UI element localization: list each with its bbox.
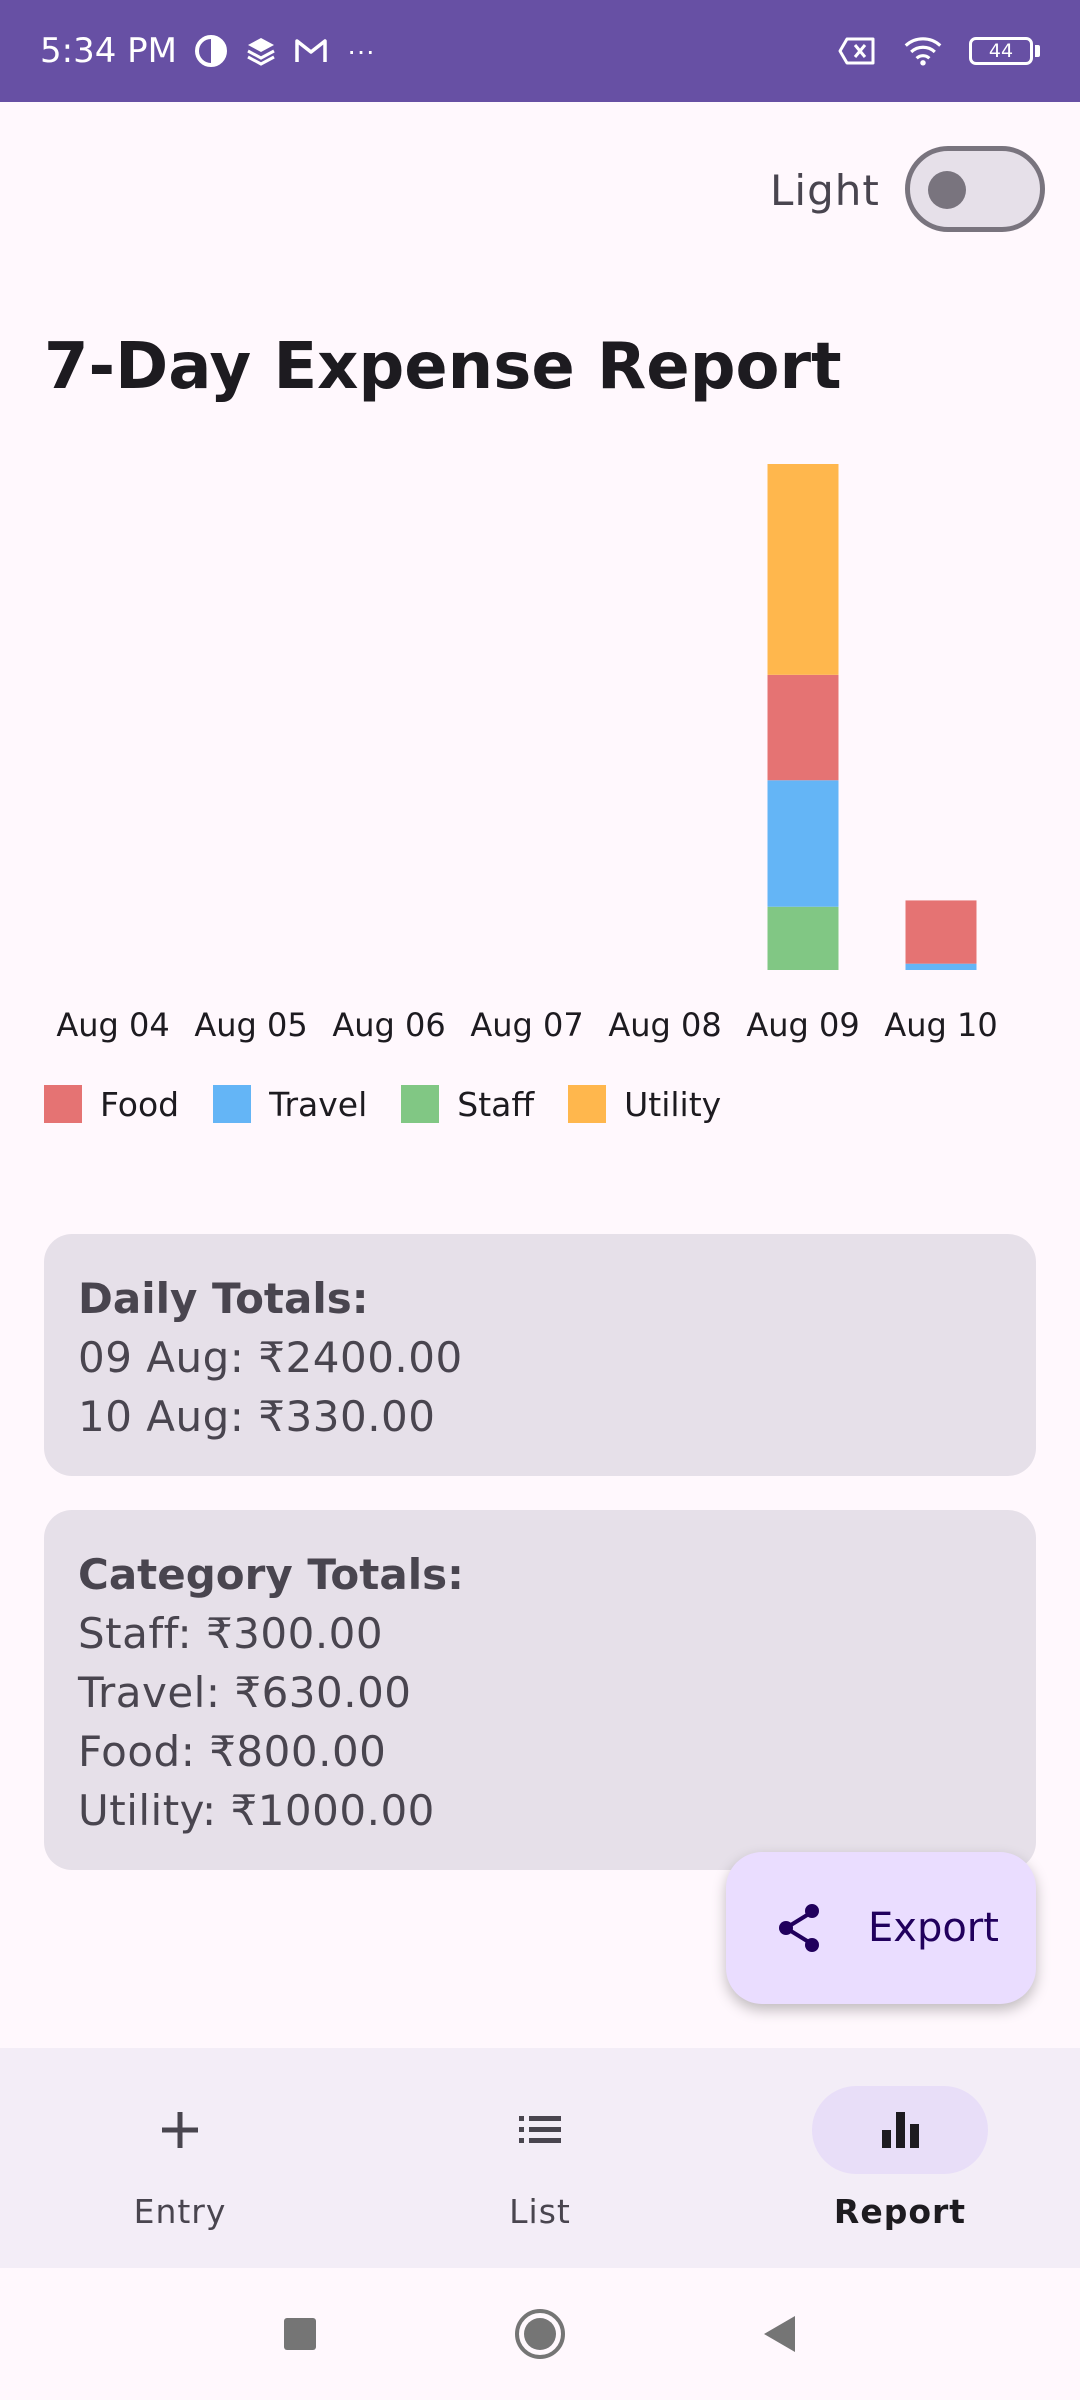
list-icon (519, 2116, 561, 2143)
category-total-line: Food: ₹800.00 (78, 1727, 387, 1776)
page-title: 7-Day Expense Report (44, 330, 842, 404)
legend-swatch-utility (568, 1085, 607, 1123)
gmail-icon (291, 31, 331, 71)
nav-item-entry[interactable]: Entry (0, 2048, 360, 2268)
nav-label-list: List (509, 2192, 571, 2231)
category-total-line: Travel: ₹630.00 (78, 1668, 412, 1717)
x-tick-label: Aug 06 (332, 1006, 445, 1044)
daily-total-line: 10 Aug: ₹330.00 (78, 1392, 436, 1441)
square-icon (284, 2318, 316, 2350)
export-button[interactable]: Export (726, 1852, 1036, 2004)
export-label: Export (868, 1905, 999, 1951)
nav-label-report: Report (833, 2192, 967, 2231)
back-triangle-icon (764, 2316, 795, 2352)
bar-food-aug-10 (905, 900, 977, 964)
bar-travel-aug-09 (767, 780, 839, 907)
wifi-icon (903, 31, 943, 71)
legend-item-staff: Staff (401, 1085, 534, 1124)
category-totals-card: Category Totals: Staff: ₹300.00 Travel: … (44, 1510, 1036, 1870)
recents-button[interactable] (270, 2304, 330, 2364)
data-saver-icon (191, 31, 231, 71)
back-button[interactable] (750, 2304, 810, 2364)
battery-level: 44 (969, 37, 1033, 65)
plus-icon (162, 2112, 198, 2148)
expense-chart: Aug 04 Aug 05 Aug 06 Aug 07 Aug 08 Aug 09 Aug … (44, 450, 1010, 1080)
category-total-line: Utility: ₹1000.00 (78, 1786, 435, 1835)
battery-icon: 44 (969, 37, 1040, 65)
share-icon (779, 1904, 819, 1952)
no-sim-icon (837, 31, 877, 71)
theme-switch[interactable] (905, 146, 1045, 232)
category-total-line: Staff: ₹300.00 (78, 1609, 384, 1658)
bar-food-aug-09 (767, 674, 839, 781)
bar-travel-aug-10 (905, 963, 977, 970)
bar-chart-icon (882, 2112, 919, 2148)
legend-label-utility: Utility (624, 1084, 722, 1124)
legend-item-travel: Travel (213, 1085, 367, 1124)
category-totals-heading: Category Totals: (78, 1550, 464, 1599)
x-tick-label: Aug 07 (470, 1006, 583, 1044)
nav-item-report[interactable]: Report (720, 2048, 1080, 2268)
daily-total-line: 09 Aug: ₹2400.00 (78, 1333, 463, 1382)
nav-indicator (452, 2086, 628, 2174)
legend-label-travel: Travel (269, 1084, 368, 1124)
nav-label-entry: Entry (133, 2192, 227, 2231)
more-notifications-icon: ··· (347, 35, 375, 66)
legend-label-food: Food (100, 1084, 180, 1124)
bar-staff-aug-09 (767, 906, 839, 970)
legend-swatch-staff (401, 1085, 440, 1123)
nav-indicator (92, 2086, 268, 2174)
status-bar: 5:34 PM ··· 44 (0, 0, 1080, 102)
theme-label: Light (770, 166, 880, 215)
system-navigation-bar (0, 2268, 1080, 2400)
bar-utility-aug-09 (767, 464, 839, 675)
nav-item-list[interactable]: List (360, 2048, 720, 2268)
home-circle-icon (515, 2309, 565, 2359)
legend-item-food: Food (44, 1085, 179, 1124)
daily-totals-card: Daily Totals: 09 Aug: ₹2400.00 10 Aug: ₹… (44, 1234, 1036, 1476)
layers-icon (241, 31, 281, 71)
switch-thumb (928, 171, 966, 209)
x-tick-label: Aug 09 (746, 1006, 859, 1044)
x-tick-label: Aug 10 (884, 1006, 997, 1044)
home-button[interactable] (510, 2304, 570, 2364)
status-time: 5:34 PM (40, 31, 177, 71)
legend-swatch-travel (213, 1085, 252, 1123)
x-tick-label: Aug 05 (194, 1006, 307, 1044)
legend-swatch-food (44, 1085, 82, 1123)
bottom-navigation: Entry List Report (0, 2048, 1080, 2268)
nav-indicator-active (812, 2086, 988, 2174)
x-tick-label: Aug 04 (56, 1006, 169, 1044)
chart-legend: Food Travel Staff Utility (44, 1080, 755, 1128)
legend-item-utility: Utility (568, 1085, 721, 1124)
x-tick-label: Aug 08 (608, 1006, 721, 1044)
daily-totals-heading: Daily Totals: (78, 1274, 369, 1323)
legend-label-staff: Staff (457, 1084, 535, 1124)
stacked-bar-chart: Aug 04 Aug 05 Aug 06 Aug 07 Aug 08 Aug 09 Aug … (56, 464, 998, 1044)
